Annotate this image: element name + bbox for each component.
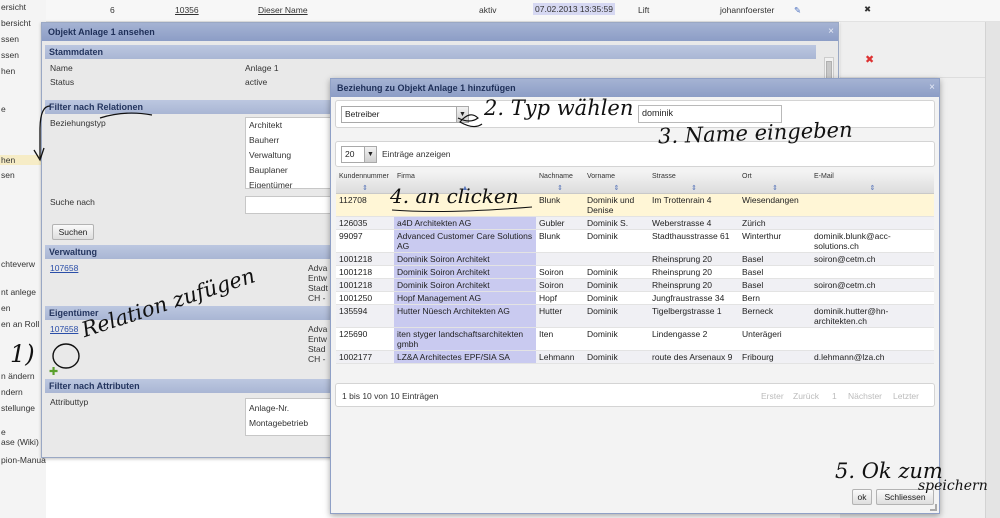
annotation-step2: 2. Typ wählen (484, 96, 634, 120)
circle-mark (52, 343, 80, 369)
annotation-step4: 4. an clicken (390, 184, 519, 208)
annotation-strokes (33, 105, 533, 369)
screen: ersicht bersicht ssen ssen hen e hen sen chtever… (0, 0, 1000, 518)
arrow-squiggle (457, 114, 483, 128)
arrow-head-icon (33, 147, 45, 162)
annotation-step5b: speichern (918, 478, 988, 494)
arrow-line (39, 105, 51, 158)
annotation-step1: 1) (10, 340, 35, 368)
underline-stroke (99, 112, 153, 119)
